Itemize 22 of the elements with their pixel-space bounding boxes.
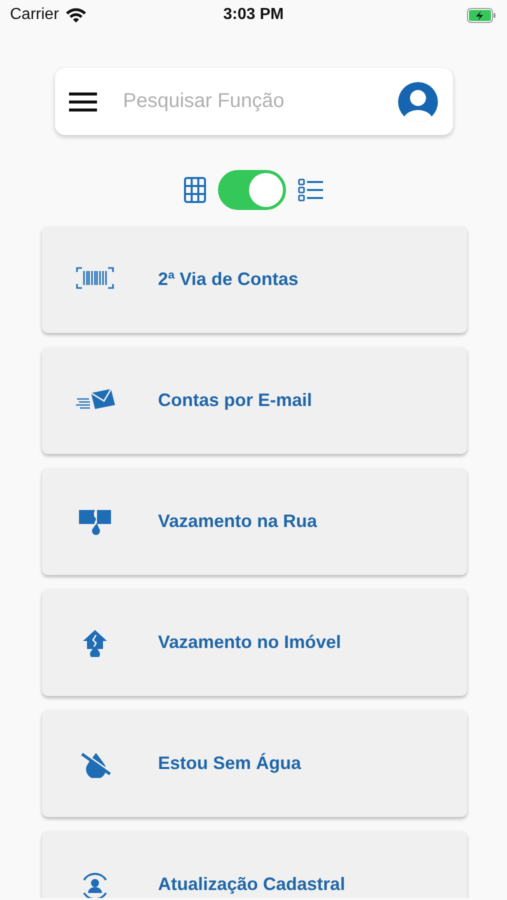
clock-time: 3:03 PM bbox=[222, 6, 285, 24]
service-label: Vazamento no Imóvel bbox=[158, 632, 342, 653]
service-card[interactable]: Estou Sem Água bbox=[42, 710, 467, 817]
service-label: Contas por E-mail bbox=[158, 390, 312, 411]
service-card[interactable]: 2ª Via de Contas bbox=[42, 226, 467, 333]
service-label: Vazamento na Rua bbox=[158, 511, 318, 532]
service-label: 2ª Via de Contas bbox=[158, 269, 298, 290]
service-label: Estou Sem Água bbox=[158, 753, 302, 774]
service-card[interactable]: Vazamento na Rua bbox=[42, 468, 467, 575]
service-label: Atualização Cadastral bbox=[158, 874, 346, 895]
service-card[interactable]: Contas por E-mail bbox=[42, 347, 467, 454]
avatar-icon[interactable] bbox=[397, 80, 439, 122]
search-input[interactable]: Pesquisar Função bbox=[121, 89, 397, 114]
service-card[interactable]: Vazamento no Imóvel bbox=[42, 589, 467, 696]
search-field[interactable]: Pesquisar Função bbox=[55, 68, 453, 135]
menu-icon[interactable] bbox=[69, 92, 97, 112]
list-icon[interactable] bbox=[298, 178, 324, 202]
grid-icon[interactable] bbox=[184, 177, 206, 203]
carrier-name: Carrier bbox=[10, 6, 59, 24]
view-switch[interactable] bbox=[218, 170, 286, 210]
wifi-icon bbox=[64, 7, 87, 23]
service-card[interactable]: Atualização Cadastral bbox=[42, 831, 467, 898]
